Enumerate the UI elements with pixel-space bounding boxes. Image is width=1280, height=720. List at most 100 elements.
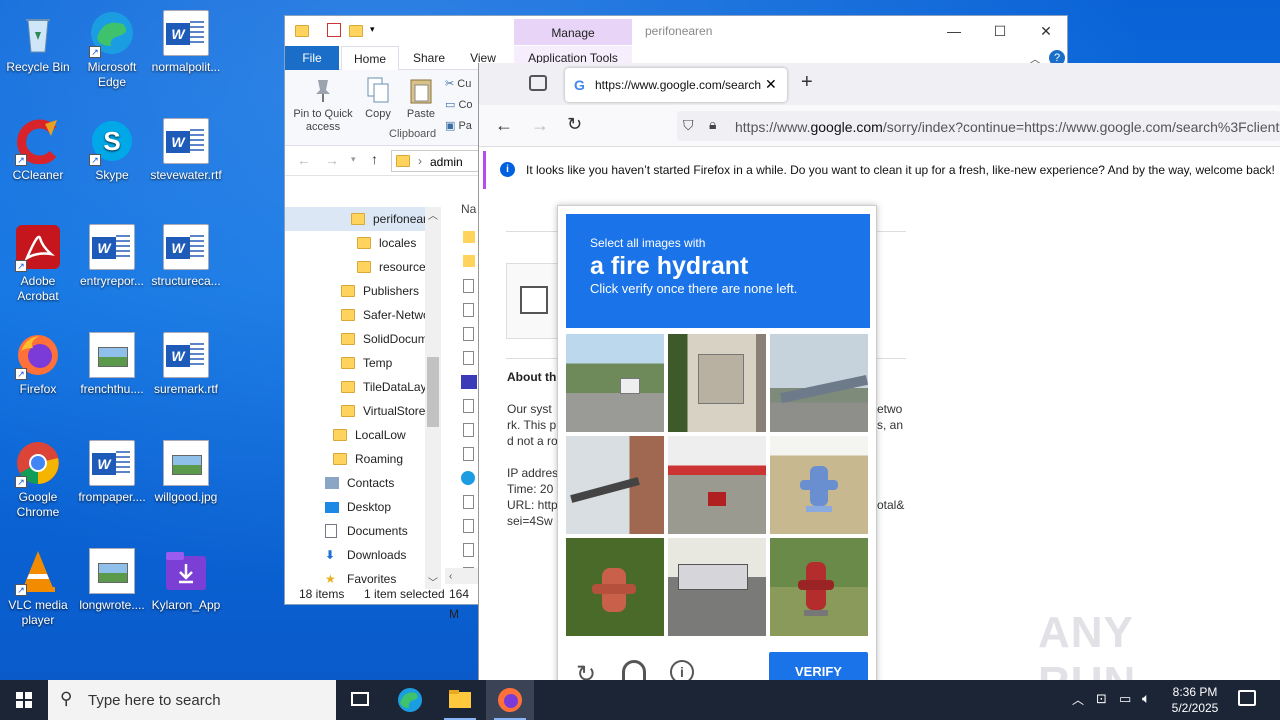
- image-tile[interactable]: [770, 334, 868, 432]
- file-row[interactable]: [461, 471, 475, 485]
- desktop-icon-recycle-bin[interactable]: Recycle Bin: [0, 10, 76, 75]
- url-bar[interactable]: ⛉ 🔒︎ https://www.google.com/sorry/index?…: [677, 111, 1280, 141]
- reload-icon[interactable]: ↻: [567, 114, 582, 135]
- properties-icon[interactable]: [327, 23, 341, 37]
- firefox-view-icon[interactable]: [529, 75, 547, 91]
- back-arrow-icon[interactable]: ←: [297, 152, 311, 168]
- back-arrow-icon[interactable]: ←: [495, 115, 513, 136]
- qat-dropdown-icon[interactable]: ▾: [370, 24, 375, 35]
- tree-item[interactable]: Temp: [341, 351, 392, 375]
- close-tab-icon[interactable]: ✕: [765, 76, 777, 93]
- file-row[interactable]: [463, 519, 474, 533]
- recent-dropdown-icon[interactable]: ▾: [351, 154, 356, 165]
- tree-item[interactable]: Desktop: [325, 495, 391, 519]
- file-row[interactable]: [463, 231, 475, 243]
- tree-item[interactable]: ⬇ Downloads: [325, 543, 406, 567]
- paste-button[interactable]: Paste: [403, 76, 439, 121]
- image-tile[interactable]: [566, 334, 664, 432]
- tree-item[interactable]: locales: [357, 231, 416, 255]
- up-arrow-icon[interactable]: ↑: [371, 151, 378, 167]
- tree-item[interactable]: Contacts: [325, 471, 394, 495]
- tree-scrollbar[interactable]: ︿ ﹀: [425, 207, 441, 589]
- desktop-icon-vlc[interactable]: ↗ VLC media player: [0, 548, 76, 628]
- tree-item[interactable]: Documents: [325, 519, 408, 543]
- cut-button[interactable]: ✂ Cu: [445, 74, 473, 95]
- notifications-icon[interactable]: [1238, 690, 1256, 706]
- copy-button[interactable]: Copy: [361, 76, 395, 121]
- desktop-icon-skype[interactable]: S ↗ Skype: [74, 118, 150, 183]
- tree-item[interactable]: Publishers: [341, 279, 419, 303]
- browser-tab[interactable]: G https://www.google.com/search ✕: [565, 68, 787, 102]
- network-icon[interactable]: ⊡: [1096, 691, 1107, 707]
- address-bar[interactable]: › admin: [391, 150, 481, 172]
- taskbar-firefox[interactable]: [486, 680, 534, 720]
- image-tile[interactable]: [668, 334, 766, 432]
- file-row[interactable]: [463, 327, 474, 341]
- manage-contextual-tab[interactable]: Manage: [514, 19, 632, 45]
- start-button[interactable]: [0, 680, 48, 720]
- tree-item[interactable]: LocalLow: [333, 423, 406, 447]
- file-row[interactable]: [463, 543, 474, 557]
- new-tab-button[interactable]: +: [801, 71, 813, 94]
- tab-file[interactable]: File: [285, 46, 339, 70]
- file-row[interactable]: [463, 399, 474, 413]
- forward-arrow-icon[interactable]: →: [325, 152, 339, 168]
- desktop-icon-ccleaner[interactable]: ↗ CCleaner: [0, 118, 76, 183]
- tree-item[interactable]: Safer-Netwo: [341, 303, 430, 327]
- desktop-icon-entryrepor[interactable]: W entryrepor...: [74, 224, 150, 289]
- desktop-icon-edge[interactable]: ↗ Microsoft Edge: [74, 10, 150, 90]
- tree-item[interactable]: resource: [357, 255, 426, 279]
- task-view-button[interactable]: [336, 680, 384, 720]
- scroll-thumb[interactable]: [427, 357, 439, 427]
- image-tile[interactable]: [668, 538, 766, 636]
- desktop-icon-frenchthu[interactable]: frenchthu....: [74, 332, 150, 397]
- tree-item[interactable]: perifonear: [285, 207, 427, 231]
- desktop-icon-firefox[interactable]: ↗ Firefox: [0, 332, 76, 397]
- image-tile[interactable]: [566, 538, 664, 636]
- desktop-icon-willgood[interactable]: willgood.jpg: [148, 440, 224, 505]
- file-row[interactable]: [463, 351, 474, 365]
- file-row[interactable]: [463, 255, 475, 267]
- desktop-icon-normalpolit[interactable]: W normalpolit...: [148, 10, 224, 75]
- copy-path-button[interactable]: ▭ Co: [445, 95, 473, 116]
- desktop-icon-structureca[interactable]: W structureca...: [148, 224, 224, 289]
- scroll-left-icon[interactable]: ‹: [445, 571, 452, 582]
- paste-shortcut-button[interactable]: ▣ Pa: [445, 116, 473, 137]
- new-folder-icon[interactable]: [349, 24, 371, 38]
- close-button[interactable]: ✕: [1023, 19, 1069, 43]
- file-row[interactable]: [463, 423, 474, 437]
- tab-share[interactable]: Share: [403, 46, 455, 70]
- desktop-icon-adobe-acrobat[interactable]: ↗ Adobe Acrobat: [0, 224, 76, 304]
- file-row[interactable]: [461, 375, 477, 389]
- show-hidden-icons-icon[interactable]: ︿: [1072, 691, 1084, 708]
- volume-icon[interactable]: 🔈︎: [1142, 690, 1150, 707]
- tree-item[interactable]: Roaming: [333, 447, 403, 471]
- file-row[interactable]: [463, 303, 474, 317]
- taskbar-edge[interactable]: [386, 680, 434, 720]
- desktop-icon-suremark[interactable]: W suremark.rtf: [148, 332, 224, 397]
- tree-item[interactable]: VirtualStore: [341, 399, 425, 423]
- file-row[interactable]: [463, 279, 474, 293]
- image-tile[interactable]: [770, 436, 868, 534]
- desktop-icon-frompaper[interactable]: W frompaper....: [74, 440, 150, 505]
- scroll-up-icon[interactable]: ︿: [428, 207, 438, 222]
- file-row[interactable]: [463, 495, 474, 509]
- file-row[interactable]: [463, 447, 474, 461]
- tab-home[interactable]: Home: [341, 46, 399, 70]
- tree-item[interactable]: SolidDocum: [341, 327, 428, 351]
- taskbar-clock[interactable]: 8:36 PM 5/2/2025: [1160, 684, 1230, 716]
- maximize-button[interactable]: ☐: [977, 19, 1023, 43]
- image-tile[interactable]: [566, 436, 664, 534]
- forward-arrow-icon[interactable]: →: [531, 115, 549, 136]
- desktop-icon-kylaron-app[interactable]: Kylaron_App: [148, 548, 224, 613]
- pin-to-quick-access-button[interactable]: Pin to Quick access: [291, 76, 355, 134]
- tree-item[interactable]: TileDataLay: [341, 375, 427, 399]
- recaptcha-checkbox[interactable]: [520, 286, 548, 314]
- audio-challenge-icon[interactable]: [622, 660, 646, 682]
- network-status-icon[interactable]: ▭: [1119, 691, 1131, 707]
- desktop-icon-longwrote[interactable]: longwrote....: [74, 548, 150, 613]
- horizontal-scrollbar[interactable]: ‹: [445, 568, 479, 584]
- taskbar-search-box[interactable]: ⚲ Type here to search: [48, 680, 336, 720]
- minimize-button[interactable]: —: [931, 19, 977, 43]
- image-tile[interactable]: [770, 538, 868, 636]
